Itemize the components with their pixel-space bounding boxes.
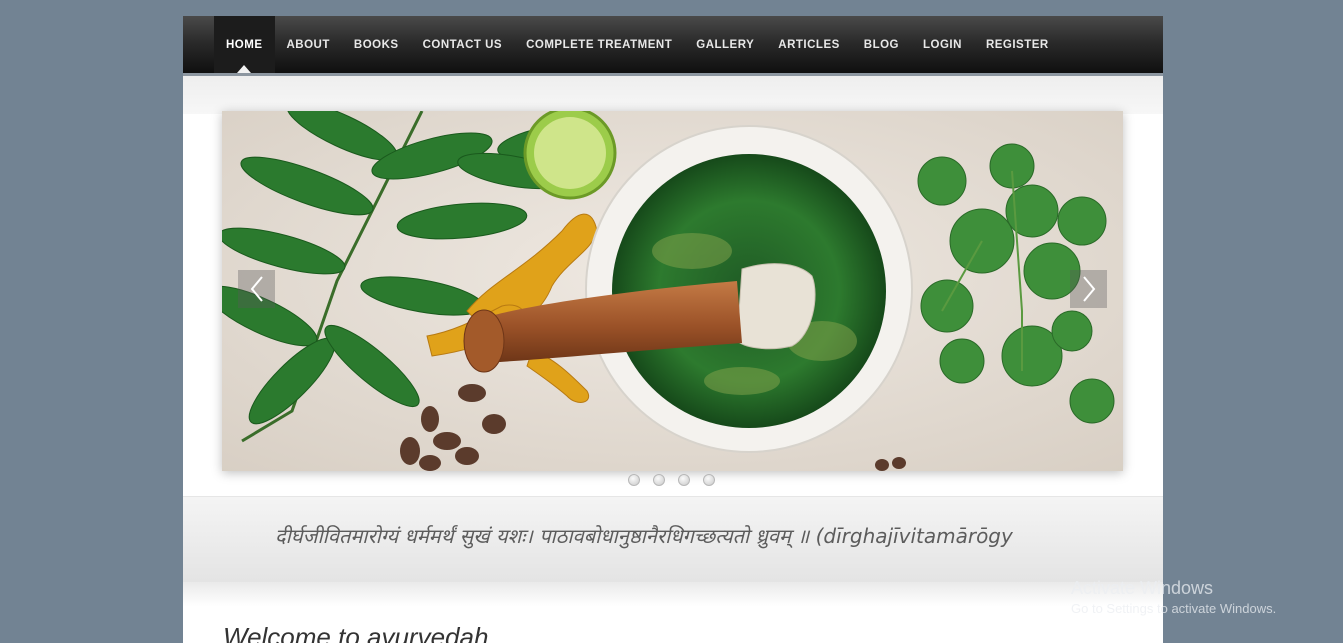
nav-item-label: BLOG xyxy=(863,38,900,51)
nav-item-label: REGISTER xyxy=(985,38,1049,51)
mortar-pestle-herbs-photo xyxy=(222,111,1123,471)
chevron-left-icon xyxy=(250,276,263,302)
slider-section-top-fade xyxy=(183,76,1163,114)
nav-item-blog[interactable]: BLOG xyxy=(852,16,911,73)
nav-item-complete-treatment[interactable]: COMPLETE TREATMENT xyxy=(514,16,684,73)
slider-prev-button[interactable] xyxy=(238,270,275,308)
slider-next-button[interactable] xyxy=(1070,270,1107,308)
nav-item-register[interactable]: REGISTER xyxy=(974,16,1061,73)
nav-item-label: BOOKS xyxy=(353,38,399,51)
slider-dot-1[interactable] xyxy=(628,474,640,486)
nav-item-label: GALLERY xyxy=(696,38,755,51)
main-menu: HOME ABOUT BOOKS CONTACT US COMPLETE TRE… xyxy=(214,16,1061,73)
nav-item-label: HOME xyxy=(226,38,263,51)
nav-item-gallery[interactable]: GALLERY xyxy=(684,16,766,73)
nav-item-label: LOGIN xyxy=(923,38,962,51)
slider-dot-2[interactable] xyxy=(653,474,665,486)
nav-item-contact-us[interactable]: CONTACT US xyxy=(411,16,515,73)
watermark-title: Activate Windows xyxy=(1071,578,1214,598)
nav-item-label: CONTACT US xyxy=(422,38,503,51)
active-caret-icon xyxy=(237,65,252,73)
nav-item-label: ABOUT xyxy=(286,38,330,51)
slider-pagination xyxy=(628,474,715,486)
chevron-right-icon xyxy=(1082,276,1095,302)
nav-item-articles[interactable]: ARTICLES xyxy=(766,16,852,73)
top-navigation-bar: HOME ABOUT BOOKS CONTACT US COMPLETE TRE… xyxy=(183,16,1163,76)
slider-dot-3[interactable] xyxy=(678,474,690,486)
activate-windows-watermark: Activate Windows Go to Settings to activ… xyxy=(1071,577,1276,619)
sanskrit-quote-band: दीर्घजीवितमारोग्यं धर्ममर्थं सुखं यशः। प… xyxy=(183,496,1163,583)
slider-dot-4[interactable] xyxy=(703,474,715,486)
hero-slider[interactable] xyxy=(222,111,1123,471)
welcome-heading: Welcome to ayurvedah xyxy=(223,622,489,643)
watermark-subtitle: Go to Settings to activate Windows. xyxy=(1071,601,1277,616)
sanskrit-quote-text: दीर्घजीवितमारोग्यं धर्ममर्थं सुखं यशः। प… xyxy=(275,524,1013,548)
nav-item-about[interactable]: ABOUT xyxy=(275,16,342,73)
page-container: HOME ABOUT BOOKS CONTACT US COMPLETE TRE… xyxy=(183,16,1163,643)
nav-item-home[interactable]: HOME xyxy=(214,16,275,73)
nav-item-books[interactable]: BOOKS xyxy=(342,16,411,73)
nav-item-login[interactable]: LOGIN xyxy=(911,16,974,73)
nav-item-label: ARTICLES xyxy=(778,38,840,51)
nav-item-label: COMPLETE TREATMENT xyxy=(526,38,673,51)
